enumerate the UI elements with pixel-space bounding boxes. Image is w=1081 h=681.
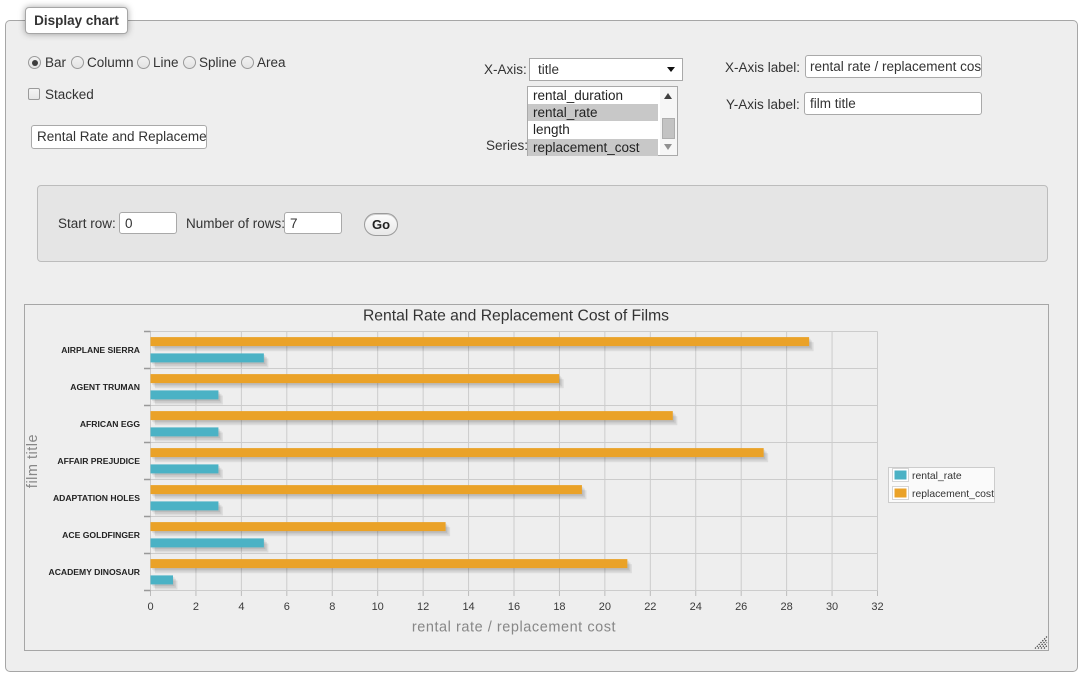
svg-text:rental_rate: rental_rate xyxy=(912,471,962,482)
svg-text:16: 16 xyxy=(508,601,520,613)
svg-text:10: 10 xyxy=(372,601,384,613)
svg-text:film title: film title xyxy=(25,434,41,488)
svg-text:26: 26 xyxy=(735,601,747,613)
svg-text:AFRICAN EGG: AFRICAN EGG xyxy=(80,419,140,429)
svg-text:ACE GOLDFINGER: ACE GOLDFINGER xyxy=(62,530,141,540)
svg-text:24: 24 xyxy=(690,601,702,613)
svg-text:4: 4 xyxy=(238,601,244,613)
svg-text:ACADEMY DINOSAUR: ACADEMY DINOSAUR xyxy=(48,567,140,577)
svg-text:14: 14 xyxy=(462,601,474,613)
svg-text:0: 0 xyxy=(147,601,153,613)
svg-text:ADAPTATION HOLES: ADAPTATION HOLES xyxy=(53,493,140,503)
svg-text:18: 18 xyxy=(553,601,565,613)
svg-text:AFFAIR PREJUDICE: AFFAIR PREJUDICE xyxy=(57,456,140,466)
svg-text:8: 8 xyxy=(329,601,335,613)
svg-text:6: 6 xyxy=(284,601,290,613)
svg-text:AGENT TRUMAN: AGENT TRUMAN xyxy=(70,382,140,392)
svg-text:32: 32 xyxy=(871,601,883,613)
svg-text:20: 20 xyxy=(599,601,611,613)
svg-text:replacement_cost: replacement_cost xyxy=(912,489,994,500)
svg-text:rental rate / replacement cost: rental rate / replacement cost xyxy=(412,620,616,636)
svg-text:30: 30 xyxy=(826,601,838,613)
svg-text:AIRPLANE SIERRA: AIRPLANE SIERRA xyxy=(61,345,140,355)
svg-text:28: 28 xyxy=(781,601,793,613)
svg-text:Rental Rate and Replacement Co: Rental Rate and Replacement Cost of Film… xyxy=(363,308,669,325)
svg-text:22: 22 xyxy=(644,601,656,613)
svg-text:12: 12 xyxy=(417,601,429,613)
svg-text:2: 2 xyxy=(193,601,199,613)
